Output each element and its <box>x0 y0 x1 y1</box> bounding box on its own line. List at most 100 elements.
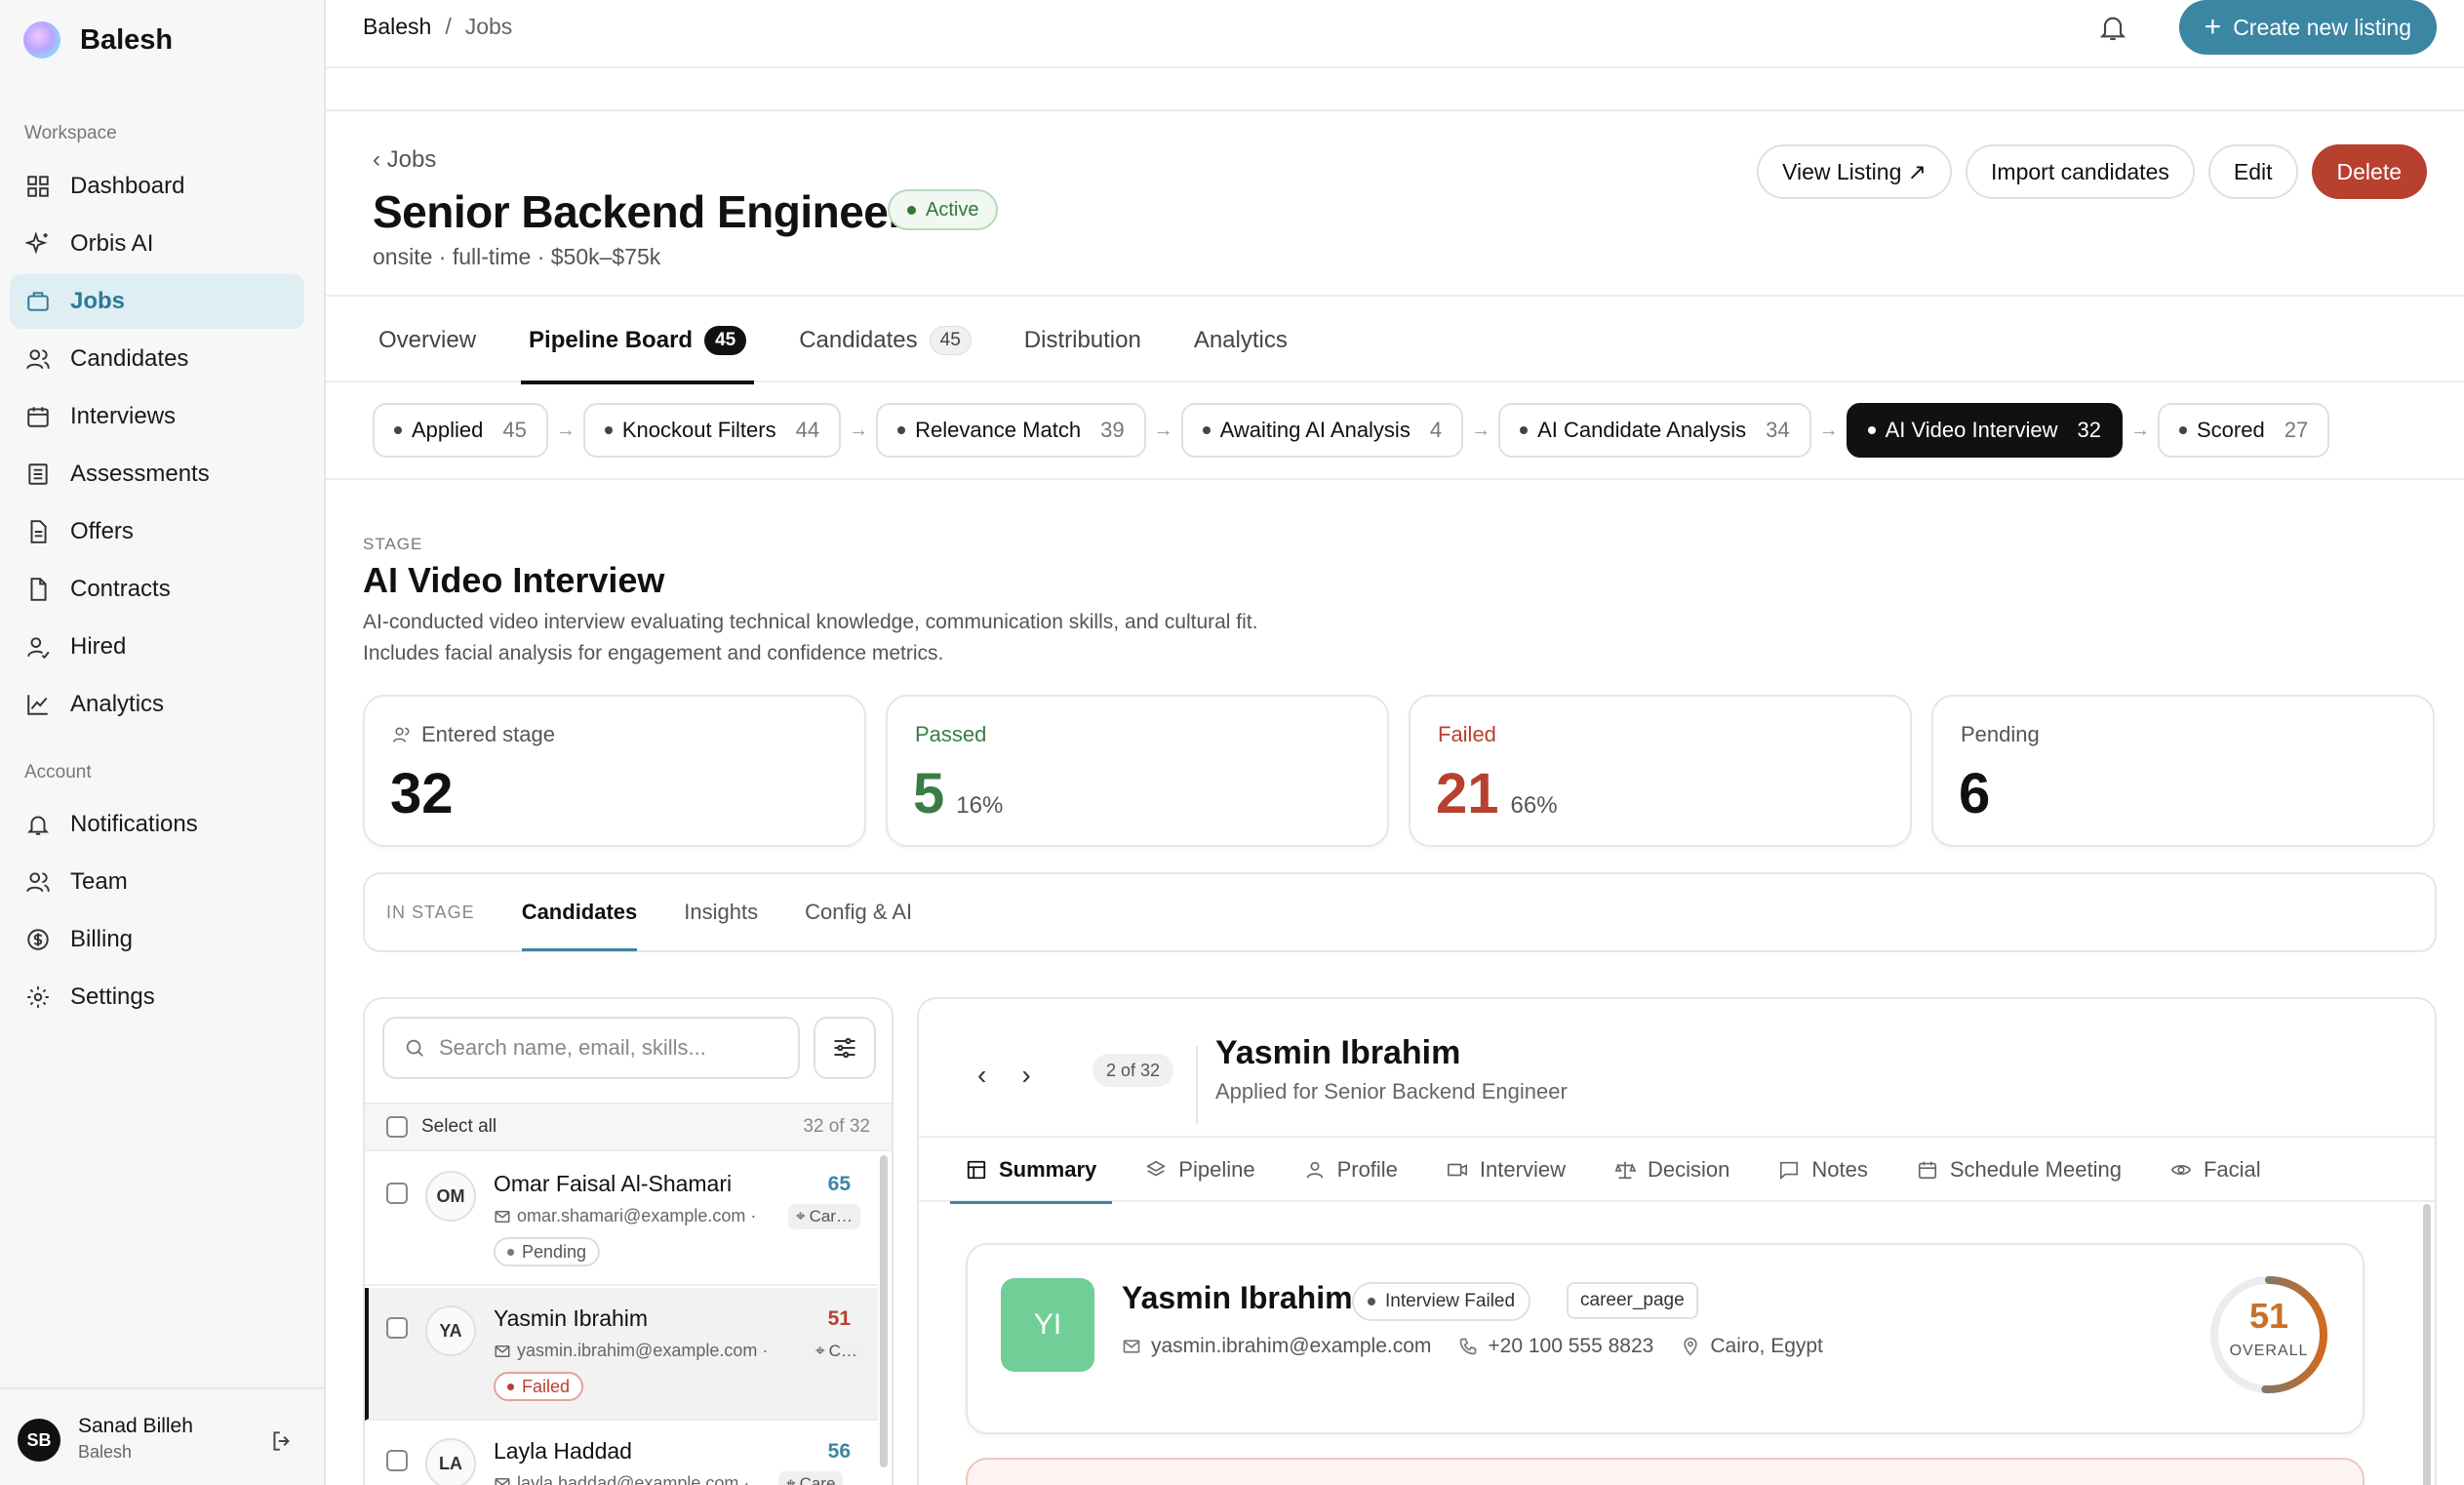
status-dot <box>507 1248 514 1256</box>
sidebar-item-analytics[interactable]: Analytics <box>10 677 304 732</box>
sidebar-item-team[interactable]: Team <box>10 855 304 909</box>
sidebar-item-orbis-ai[interactable]: Orbis AI <box>10 217 304 271</box>
stage-scored[interactable]: Scored 27 <box>2158 403 2330 458</box>
sidebar-item-hired[interactable]: Hired <box>10 620 304 674</box>
candidate-email: omar.shamari@example.com · <box>494 1206 756 1226</box>
location-text: C… <box>828 1342 857 1360</box>
calendar-icon <box>25 404 51 429</box>
tab-schedule-meeting[interactable]: Schedule Meeting <box>1917 1138 2122 1202</box>
candidate-name: Yasmin Ibrahim <box>494 1305 649 1331</box>
select-all-checkbox[interactable] <box>386 1116 408 1138</box>
tab-summary[interactable]: Summary <box>949 1138 1113 1204</box>
user-icon <box>1306 1161 1323 1179</box>
sidebar-item-assessments[interactable]: Assessments <box>10 447 304 502</box>
list-count: 32 of 32 <box>803 1116 870 1137</box>
sidebar-item-interviews[interactable]: Interviews <box>10 389 304 444</box>
plus-icon: + <box>2204 11 2222 43</box>
view-listing-button[interactable]: View Listing ↗ <box>1757 144 1953 199</box>
tab-stage-config[interactable]: Config & AI <box>805 873 912 951</box>
sidebar-item-billing[interactable]: Billing <box>10 912 304 967</box>
list-item[interactable]: LA Layla Haddad 56 layla.haddad@example.… <box>365 1421 878 1485</box>
stage-relevance-match[interactable]: Relevance Match 39 <box>876 403 1146 458</box>
tab-label: Pipeline Board <box>529 327 694 353</box>
tab-label: Facial <box>2203 1157 2261 1182</box>
tab-label: Summary <box>999 1157 1097 1182</box>
sidebar-item-jobs[interactable]: Jobs <box>10 274 304 329</box>
row-checkbox[interactable] <box>386 1450 408 1471</box>
row-checkbox[interactable] <box>386 1183 408 1204</box>
sidebar-item-notifications[interactable]: Notifications <box>10 797 304 852</box>
position-badge: 2 of 32 <box>1093 1054 1174 1087</box>
list-item-selected[interactable]: YA Yasmin Ibrahim 51 yasmin.ibrahim@exam… <box>365 1288 878 1421</box>
user-footer: SB Sanad Billeh Balesh <box>0 1387 324 1485</box>
tab-label: Interview <box>1479 1157 1566 1182</box>
email-item[interactable]: yasmin.ibrahim@example.com <box>1122 1335 1431 1358</box>
brand[interactable]: Balesh <box>23 21 173 59</box>
summary-name: Yasmin Ibrahim <box>1122 1280 1353 1315</box>
tab-facial[interactable]: Facial <box>2170 1138 2261 1202</box>
stage-ai-candidate-analysis[interactable]: AI Candidate Analysis 34 <box>1498 403 1811 458</box>
breadcrumb-current[interactable]: Jobs <box>465 14 513 40</box>
status-label: Interview Failed <box>1385 1291 1516 1311</box>
stage-applied[interactable]: Applied 45 <box>373 403 548 458</box>
sliders-icon <box>834 1037 855 1059</box>
tab-label: Decision <box>1647 1157 1730 1182</box>
tab-label: Analytics <box>1193 327 1288 353</box>
edit-button[interactable]: Edit <box>2207 144 2298 199</box>
sidebar-item-label: Orbis AI <box>70 230 154 257</box>
stage-awaiting-ai-analysis[interactable]: Awaiting AI Analysis 4 <box>1180 403 1464 458</box>
sidebar-item-dashboard[interactable]: Dashboard <box>10 159 304 214</box>
stage-ai-video-interview[interactable]: AI Video Interview 32 <box>1846 403 2123 458</box>
status-label: Pending <box>522 1241 587 1262</box>
sidebar-item-candidates[interactable]: Candidates <box>10 332 304 386</box>
search-input[interactable]: Search name, email, skills... <box>382 1017 800 1079</box>
divider <box>1196 1046 1198 1124</box>
stage-description-line: AI-conducted video interview evaluating … <box>363 611 1258 633</box>
detail-scrollbar[interactable] <box>2423 1204 2431 1485</box>
tab-analytics[interactable]: Analytics <box>1194 299 1288 382</box>
sidebar-item-settings[interactable]: Settings <box>10 970 304 1024</box>
sidebar-item-label: Settings <box>70 983 155 1010</box>
delete-button[interactable]: Delete <box>2311 144 2427 199</box>
avatar[interactable]: SB <box>18 1419 60 1462</box>
sidebar-item-contracts[interactable]: Contracts <box>10 562 304 617</box>
tab-stage-insights[interactable]: Insights <box>684 873 758 951</box>
stat-value: 6 <box>1959 762 1991 825</box>
tab-profile[interactable]: Profile <box>1304 1138 1398 1202</box>
back-to-jobs-link[interactable]: ‹ Jobs <box>373 146 436 174</box>
list-item[interactable]: OM Omar Faisal Al-Shamari 65 omar.shamar… <box>365 1153 878 1286</box>
list-scrollbar[interactable] <box>880 1155 888 1467</box>
candidate-list-panel: Search name, email, skills... Select all… <box>363 997 894 1485</box>
tab-distribution[interactable]: Distribution <box>1024 299 1141 382</box>
filter-button[interactable] <box>814 1017 876 1079</box>
chevron-left-icon[interactable]: ‹ <box>977 1060 986 1091</box>
tab-interview[interactable]: Interview <box>1447 1138 1566 1202</box>
tab-decision[interactable]: Decision <box>1614 1138 1729 1202</box>
row-checkbox[interactable] <box>386 1317 408 1339</box>
tab-pipeline[interactable]: Pipeline <box>1145 1138 1255 1202</box>
breadcrumb-root[interactable]: Balesh <box>363 14 431 40</box>
candidate-detail-tabs: Summary Pipeline Profile Interview Decis… <box>919 1136 2435 1204</box>
team-icon <box>25 869 51 895</box>
tab-notes[interactable]: Notes <box>1778 1138 1868 1202</box>
stage-dot <box>2179 426 2187 434</box>
chevron-right-icon[interactable]: › <box>1021 1060 1030 1091</box>
phone-item[interactable]: +20 100 555 8823 <box>1458 1335 1653 1358</box>
candidate-score: 65 <box>827 1173 851 1195</box>
stage-knockout-filters[interactable]: Knockout Filters 44 <box>582 403 842 458</box>
location-text: Car… <box>809 1207 853 1225</box>
tab-stage-candidates[interactable]: Candidates <box>521 873 637 951</box>
sidebar-item-offers[interactable]: Offers <box>10 504 304 559</box>
status-label: Active <box>926 198 979 221</box>
bell-icon[interactable] <box>2097 12 2128 43</box>
logout-icon[interactable] <box>269 1428 295 1454</box>
tab-candidates[interactable]: Candidates 45 <box>799 299 972 382</box>
pin-icon: ⌖ <box>796 1207 806 1225</box>
stage-count: 45 <box>502 418 527 442</box>
candidate-pager: ‹ › <box>977 1060 1031 1091</box>
tab-pipeline-board[interactable]: Pipeline Board 45 <box>521 299 755 384</box>
tab-overview[interactable]: Overview <box>378 299 476 382</box>
create-listing-button[interactable]: + Create new listing <box>2178 0 2437 55</box>
user-org: Balesh <box>78 1442 133 1462</box>
import-candidates-button[interactable]: Import candidates <box>1966 144 2195 199</box>
